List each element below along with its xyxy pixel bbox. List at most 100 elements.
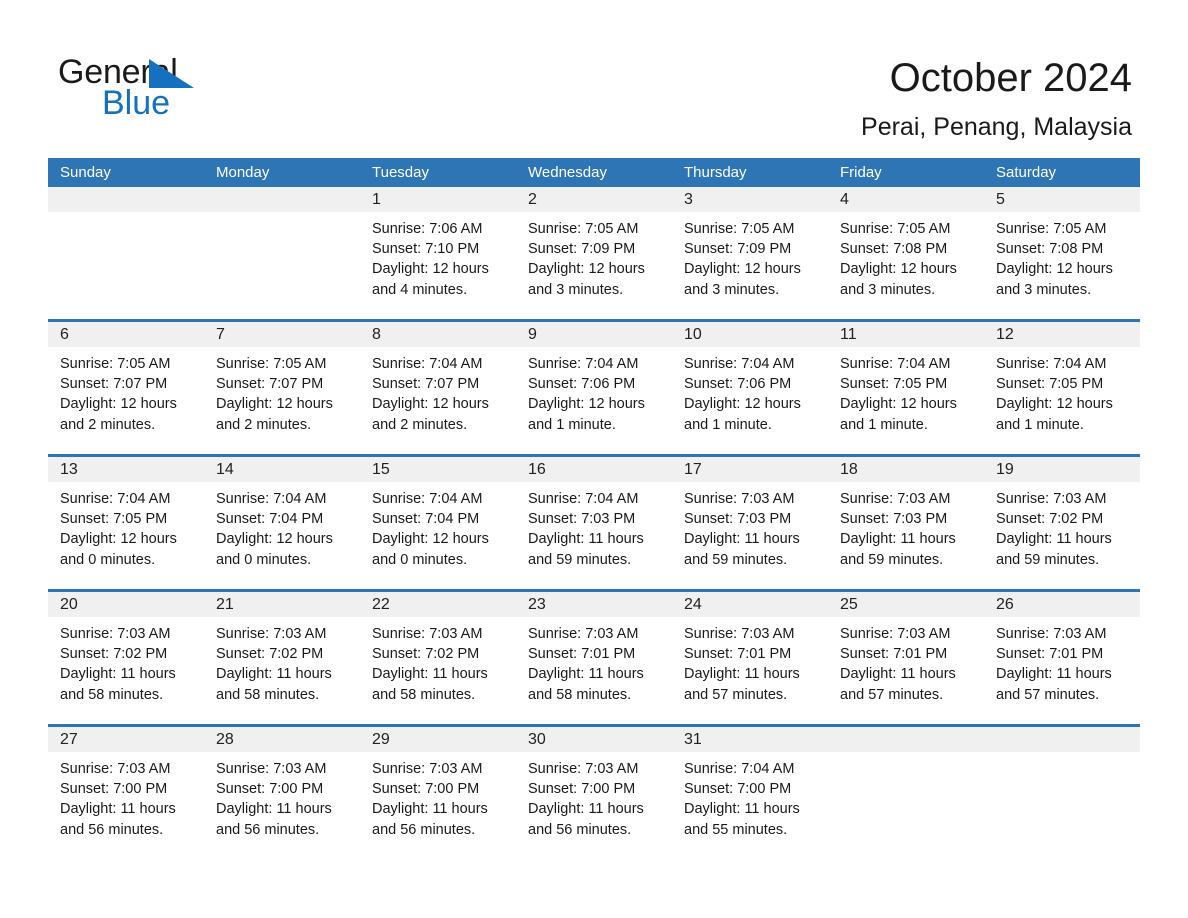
calendar-day-cell[interactable]: 23 Sunrise: 7:03 AM Sunset: 7:01 PM Dayligh… xyxy=(516,592,672,724)
daylight-text: Daylight: 12 hours xyxy=(60,396,177,413)
generalblue-logo[interactable]: General Blue xyxy=(58,52,318,122)
calendar-day-cell[interactable]: 17 Sunrise: 7:03 AM Sunset: 7:03 PM Dayligh… xyxy=(672,457,828,589)
sunset-text: Sunset: 7:03 PM xyxy=(528,511,636,528)
sunrise-text: Sunrise: 7:03 AM xyxy=(996,626,1107,642)
calendar-day-cell-empty xyxy=(984,727,1140,859)
calendar-day-cell[interactable]: 2 Sunrise: 7:05 AM Sunset: 7:09 PM Daylight… xyxy=(516,187,672,319)
calendar-day-cell[interactable]: 16 Sunrise: 7:04 AM Sunset: 7:03 PM Dayligh… xyxy=(516,457,672,589)
calendar-day-cell[interactable]: 10 Sunrise: 7:04 AM Sunset: 7:06 PM Dayligh… xyxy=(672,322,828,454)
calendar-day-cell[interactable]: 7 Sunrise: 7:05 AM Sunset: 7:07 PM Daylight… xyxy=(204,322,360,454)
daylight-text: Daylight: 11 hours xyxy=(216,666,332,683)
calendar-day-cell[interactable]: 18 Sunrise: 7:03 AM Sunset: 7:03 PM Dayligh… xyxy=(828,457,984,589)
day-details xyxy=(984,752,1140,759)
day-number: 10 xyxy=(672,322,828,347)
daylight-text-cont: and 1 minute. xyxy=(528,416,616,433)
calendar-day-cell[interactable]: 20 Sunrise: 7:03 AM Sunset: 7:02 PM Dayligh… xyxy=(48,592,204,724)
weekday-header-saturday: Saturday xyxy=(996,164,1057,181)
sunrise-text: Sunrise: 7:03 AM xyxy=(216,626,327,642)
daylight-text-cont: and 55 minutes. xyxy=(684,821,788,838)
sunrise-text: Sunrise: 7:04 AM xyxy=(684,356,795,372)
calendar-day-cell[interactable]: 14 Sunrise: 7:04 AM Sunset: 7:04 PM Dayligh… xyxy=(204,457,360,589)
sunrise-text: Sunrise: 7:03 AM xyxy=(840,626,951,642)
day-number: 23 xyxy=(516,592,672,617)
calendar-day-cell[interactable]: 19 Sunrise: 7:03 AM Sunset: 7:02 PM Dayligh… xyxy=(984,457,1140,589)
day-number: 12 xyxy=(984,322,1140,347)
sunrise-text: Sunrise: 7:05 AM xyxy=(684,221,795,237)
day-details xyxy=(48,212,204,219)
day-number: 27 xyxy=(48,727,204,752)
sunset-text: Sunset: 7:04 PM xyxy=(372,511,480,528)
sunrise-text: Sunrise: 7:04 AM xyxy=(684,761,795,777)
daylight-text-cont: and 1 minute. xyxy=(840,416,928,433)
daylight-text-cont: and 2 minutes. xyxy=(372,416,468,433)
daylight-text-cont: and 3 minutes. xyxy=(528,281,624,298)
day-number: 4 xyxy=(828,187,984,212)
calendar-day-cell[interactable]: 9 Sunrise: 7:04 AM Sunset: 7:06 PM Daylight… xyxy=(516,322,672,454)
calendar-day-cell[interactable]: 29 Sunrise: 7:03 AM Sunset: 7:00 PM Dayligh… xyxy=(360,727,516,859)
calendar-day-cell[interactable]: 13 Sunrise: 7:04 AM Sunset: 7:05 PM Dayligh… xyxy=(48,457,204,589)
calendar-day-cell[interactable]: 12 Sunrise: 7:04 AM Sunset: 7:05 PM Dayligh… xyxy=(984,322,1140,454)
calendar-week-row: 27 Sunrise: 7:03 AM Sunset: 7:00 PM Dayligh… xyxy=(48,724,1140,859)
calendar-day-cell[interactable]: 21 Sunrise: 7:03 AM Sunset: 7:02 PM Dayligh… xyxy=(204,592,360,724)
day-details: Sunrise: 7:03 AM Sunset: 7:00 PM Daylight:… xyxy=(360,752,516,840)
day-details: Sunrise: 7:03 AM Sunset: 7:01 PM Daylight:… xyxy=(672,617,828,705)
daylight-text-cont: and 59 minutes. xyxy=(996,551,1100,568)
daylight-text-cont: and 56 minutes. xyxy=(216,821,320,838)
daylight-text: Daylight: 11 hours xyxy=(60,801,176,818)
calendar-weeks: 1 Sunrise: 7:06 AM Sunset: 7:10 PM Daylight… xyxy=(48,187,1140,859)
sunrise-text: Sunrise: 7:04 AM xyxy=(372,356,483,372)
sunrise-text: Sunrise: 7:03 AM xyxy=(840,491,951,507)
day-details: Sunrise: 7:03 AM Sunset: 7:03 PM Daylight:… xyxy=(828,482,984,570)
calendar-day-cell[interactable]: 25 Sunrise: 7:03 AM Sunset: 7:01 PM Dayligh… xyxy=(828,592,984,724)
daylight-text: Daylight: 11 hours xyxy=(528,531,644,548)
calendar-day-cell[interactable]: 8 Sunrise: 7:04 AM Sunset: 7:07 PM Daylight… xyxy=(360,322,516,454)
day-number: 6 xyxy=(48,322,204,347)
daylight-text-cont: and 56 minutes. xyxy=(372,821,476,838)
calendar-day-cell[interactable]: 5 Sunrise: 7:05 AM Sunset: 7:08 PM Daylight… xyxy=(984,187,1140,319)
day-number: 11 xyxy=(828,322,984,347)
calendar-day-cell[interactable]: 3 Sunrise: 7:05 AM Sunset: 7:09 PM Daylight… xyxy=(672,187,828,319)
calendar-day-cell[interactable]: 26 Sunrise: 7:03 AM Sunset: 7:01 PM Dayligh… xyxy=(984,592,1140,724)
day-details: Sunrise: 7:03 AM Sunset: 7:00 PM Daylight:… xyxy=(204,752,360,840)
sunset-text: Sunset: 7:00 PM xyxy=(684,781,792,798)
calendar-day-cell[interactable]: 11 Sunrise: 7:04 AM Sunset: 7:05 PM Dayligh… xyxy=(828,322,984,454)
sunset-text: Sunset: 7:01 PM xyxy=(684,646,792,663)
day-number: 8 xyxy=(360,322,516,347)
daylight-text: Daylight: 12 hours xyxy=(996,396,1113,413)
sunrise-text: Sunrise: 7:03 AM xyxy=(684,491,795,507)
day-details xyxy=(828,752,984,759)
calendar-day-cell[interactable]: 24 Sunrise: 7:03 AM Sunset: 7:01 PM Dayligh… xyxy=(672,592,828,724)
calendar-day-cell[interactable]: 31 Sunrise: 7:04 AM Sunset: 7:00 PM Dayligh… xyxy=(672,727,828,859)
day-number: 16 xyxy=(516,457,672,482)
daylight-text: Daylight: 12 hours xyxy=(216,396,333,413)
daylight-text: Daylight: 11 hours xyxy=(840,531,956,548)
calendar-day-cell[interactable]: 1 Sunrise: 7:06 AM Sunset: 7:10 PM Daylight… xyxy=(360,187,516,319)
day-number: 18 xyxy=(828,457,984,482)
calendar-day-cell[interactable]: 15 Sunrise: 7:04 AM Sunset: 7:04 PM Dayligh… xyxy=(360,457,516,589)
day-details: Sunrise: 7:03 AM Sunset: 7:01 PM Daylight:… xyxy=(828,617,984,705)
daylight-text: Daylight: 11 hours xyxy=(528,801,644,818)
daylight-text-cont: and 3 minutes. xyxy=(840,281,936,298)
daylight-text: Daylight: 11 hours xyxy=(684,531,800,548)
day-details xyxy=(204,212,360,219)
calendar-week-row: 6 Sunrise: 7:05 AM Sunset: 7:07 PM Daylight… xyxy=(48,319,1140,454)
calendar-day-cell[interactable]: 27 Sunrise: 7:03 AM Sunset: 7:00 PM Dayligh… xyxy=(48,727,204,859)
calendar-day-cell[interactable]: 22 Sunrise: 7:03 AM Sunset: 7:02 PM Dayligh… xyxy=(360,592,516,724)
calendar-day-cell[interactable]: 4 Sunrise: 7:05 AM Sunset: 7:08 PM Daylight… xyxy=(828,187,984,319)
sunset-text: Sunset: 7:00 PM xyxy=(60,781,168,798)
daylight-text-cont: and 57 minutes. xyxy=(840,686,944,703)
sunset-text: Sunset: 7:03 PM xyxy=(840,511,948,528)
calendar-week-row: 1 Sunrise: 7:06 AM Sunset: 7:10 PM Daylight… xyxy=(48,187,1140,319)
calendar-day-cell[interactable]: 30 Sunrise: 7:03 AM Sunset: 7:00 PM Dayligh… xyxy=(516,727,672,859)
day-number: 9 xyxy=(516,322,672,347)
daylight-text-cont: and 58 minutes. xyxy=(60,686,164,703)
day-details: Sunrise: 7:05 AM Sunset: 7:07 PM Daylight:… xyxy=(48,347,204,435)
calendar-day-cell[interactable]: 6 Sunrise: 7:05 AM Sunset: 7:07 PM Daylight… xyxy=(48,322,204,454)
calendar-day-cell[interactable]: 28 Sunrise: 7:03 AM Sunset: 7:00 PM Dayligh… xyxy=(204,727,360,859)
day-details: Sunrise: 7:04 AM Sunset: 7:05 PM Daylight:… xyxy=(48,482,204,570)
sunset-text: Sunset: 7:01 PM xyxy=(528,646,636,663)
sunset-text: Sunset: 7:00 PM xyxy=(528,781,636,798)
sunset-text: Sunset: 7:05 PM xyxy=(60,511,168,528)
day-details: Sunrise: 7:03 AM Sunset: 7:00 PM Daylight:… xyxy=(48,752,204,840)
day-number: 31 xyxy=(672,727,828,752)
